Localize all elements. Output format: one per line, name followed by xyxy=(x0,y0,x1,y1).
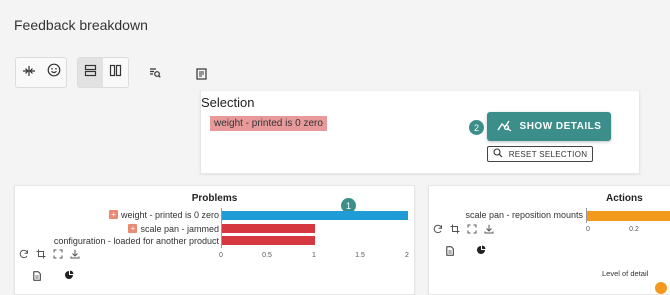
problem-label-text: scale pan - jammed xyxy=(140,224,219,234)
smiley-icon xyxy=(47,63,61,82)
download-icon[interactable] xyxy=(484,221,494,239)
expand-plus-icon[interactable]: + xyxy=(128,224,138,233)
problems-export-document-button[interactable] xyxy=(33,268,41,286)
step-badge-2: 2 xyxy=(469,120,484,135)
level-of-detail-slider-handle[interactable] xyxy=(655,282,667,294)
compress-button[interactable] xyxy=(16,58,41,87)
show-details-label: SHOW DETAILS xyxy=(519,121,602,132)
problems-tick: 1.5 xyxy=(355,252,365,259)
refresh-icon[interactable] xyxy=(433,221,443,239)
problems-tick: 0 xyxy=(219,252,223,259)
problem-row-label[interactable]: + scale pan - jammed xyxy=(128,224,219,234)
fullscreen-icon[interactable] xyxy=(53,246,63,264)
layout-columns-button[interactable] xyxy=(103,58,128,87)
actions-export-document-button[interactable] xyxy=(446,243,454,261)
reset-selection-label: RESET SELECTION xyxy=(508,149,588,159)
zoom-reset-icon xyxy=(493,148,503,160)
crop-icon[interactable] xyxy=(450,221,460,239)
fullscreen-icon[interactable] xyxy=(467,221,477,239)
rows-layout-icon xyxy=(84,64,97,82)
pie-chart-icon xyxy=(476,242,486,259)
analytics-icon xyxy=(496,118,513,135)
toolbar-group-layout xyxy=(77,57,129,88)
search-list-button[interactable] xyxy=(146,66,164,84)
refresh-icon[interactable] xyxy=(19,246,29,264)
actions-title: Actions xyxy=(606,193,643,204)
page-title: Feedback breakdown xyxy=(14,17,148,33)
sentiment-button[interactable] xyxy=(41,58,66,87)
selected-problem-chip[interactable]: weight - printed is 0 zero xyxy=(210,116,327,131)
notes-button[interactable] xyxy=(192,67,210,85)
problems-tick: 1 xyxy=(312,252,316,259)
level-of-detail-label: Level of detail xyxy=(602,269,649,278)
problem-label-text: weight - printed is 0 zero xyxy=(120,210,219,220)
reset-selection-button[interactable]: RESET SELECTION xyxy=(487,146,593,162)
problem-bar[interactable] xyxy=(222,236,315,245)
actions-pie-view-button[interactable] xyxy=(476,242,486,260)
search-list-icon xyxy=(149,66,161,84)
crop-icon[interactable] xyxy=(36,246,46,264)
problem-bar[interactable] xyxy=(222,211,408,220)
problem-label-text: configuration - loaded for another produ… xyxy=(53,236,219,246)
compress-icon xyxy=(22,64,36,82)
problems-chart-tools xyxy=(19,246,80,264)
pie-chart-icon xyxy=(64,267,74,284)
document-icon xyxy=(33,268,41,285)
actions-chart-tools xyxy=(433,221,494,239)
columns-layout-icon xyxy=(109,64,122,82)
action-row-label[interactable]: scale pan - reposition mounts xyxy=(465,210,583,220)
show-details-button[interactable]: SHOW DETAILS xyxy=(487,112,611,141)
toolbar-group-view xyxy=(15,57,67,88)
download-icon[interactable] xyxy=(70,246,80,264)
problems-tick: 0.5 xyxy=(262,252,272,259)
problem-row-label[interactable]: + weight - printed is 0 zero xyxy=(108,210,219,220)
problem-bar[interactable] xyxy=(222,224,315,233)
problems-pie-view-button[interactable] xyxy=(64,267,74,285)
problem-row-label[interactable]: configuration - loaded for another produ… xyxy=(54,236,219,246)
document-list-icon xyxy=(195,67,207,85)
actions-tick: 0 xyxy=(586,226,590,233)
layout-rows-button[interactable] xyxy=(78,58,103,87)
actions-tick: 0.2 xyxy=(629,226,639,233)
problems-tick: 2 xyxy=(405,252,409,259)
document-icon xyxy=(446,243,454,260)
action-bar[interactable] xyxy=(587,211,670,221)
selection-title: Selection xyxy=(201,95,255,110)
expand-plus-icon[interactable]: + xyxy=(108,210,118,219)
